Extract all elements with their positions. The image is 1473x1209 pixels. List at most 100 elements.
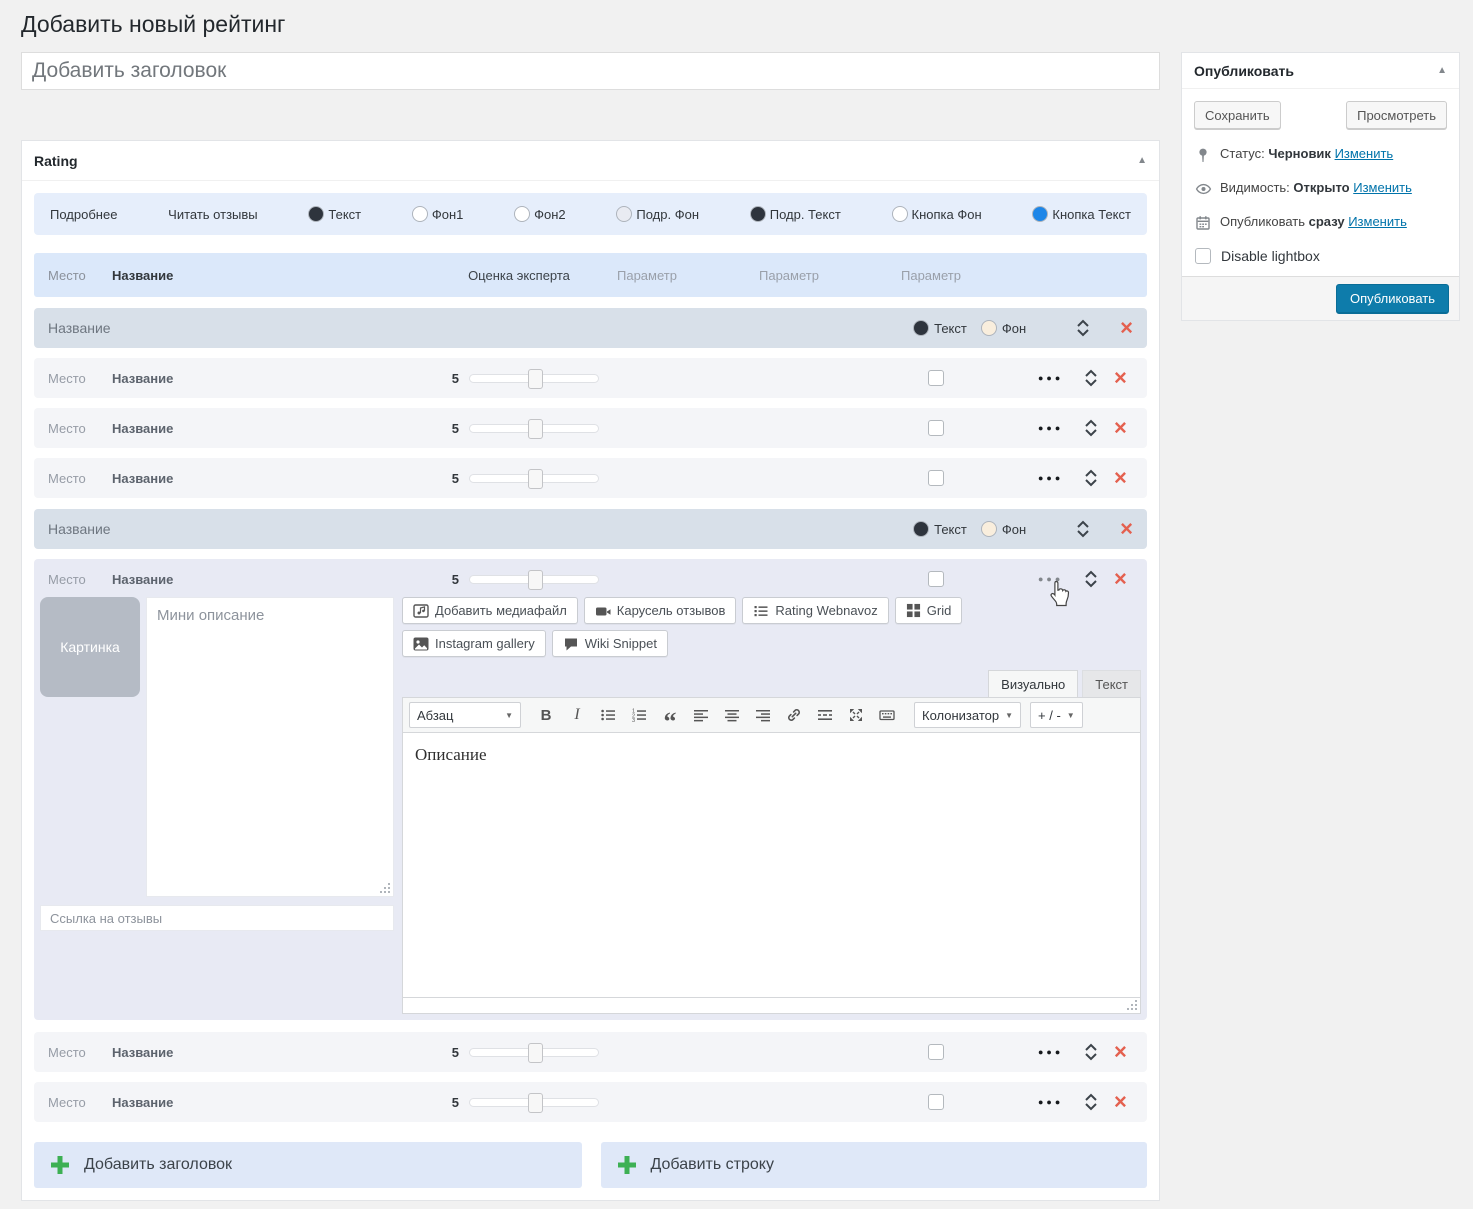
carousel-button[interactable]: Карусель отзывов [584, 597, 737, 624]
disable-lightbox-checkbox[interactable] [1195, 248, 1211, 264]
mini-description-textarea[interactable] [147, 598, 393, 896]
delete-icon[interactable]: × [1114, 568, 1127, 590]
place-input[interactable] [48, 572, 112, 587]
options-icon[interactable]: ●●● [1038, 574, 1072, 584]
paragraph-format-select[interactable]: Абзац ▼ [409, 702, 521, 728]
param-checkbox[interactable] [928, 470, 944, 486]
color-swatch[interactable] [913, 320, 929, 336]
move-down-icon[interactable] [1084, 479, 1098, 487]
color-swatch[interactable] [892, 206, 908, 222]
option-read-reviews[interactable]: Читать отзывы [168, 207, 257, 222]
param-checkbox[interactable] [928, 370, 944, 386]
move-up-icon[interactable] [1084, 1093, 1098, 1101]
align-center-icon[interactable] [718, 702, 746, 728]
move-down-icon[interactable] [1076, 530, 1090, 538]
add-header-button[interactable]: Добавить заголовок [34, 1142, 582, 1188]
fullscreen-icon[interactable] [842, 702, 870, 728]
plus-minus-select[interactable]: + / - ▼ [1030, 702, 1083, 728]
numbered-list-icon[interactable]: 123 [625, 702, 653, 728]
edit-visibility-link[interactable]: Изменить [1353, 180, 1412, 195]
option-bg1-color[interactable]: Фон1 [412, 206, 464, 222]
place-input[interactable] [48, 1045, 112, 1060]
score-slider[interactable] [469, 374, 599, 383]
section-name-input[interactable] [48, 521, 913, 537]
rating-webnavoz-button[interactable]: Rating Webnavoz [742, 597, 888, 624]
slider-handle[interactable] [528, 1093, 543, 1113]
delete-icon[interactable]: × [1120, 518, 1133, 540]
color-swatch[interactable] [412, 206, 428, 222]
option-details[interactable]: Подробнее [50, 207, 117, 222]
image-upload-button[interactable]: Картинка [40, 597, 140, 697]
tab-visual[interactable]: Визуально [988, 670, 1078, 697]
move-down-icon[interactable] [1084, 1103, 1098, 1111]
bold-button[interactable]: B [532, 702, 560, 728]
section-text-color[interactable]: Текст [913, 521, 967, 537]
delete-icon[interactable]: × [1120, 317, 1133, 339]
option-text-color[interactable]: Текст [308, 206, 361, 222]
move-up-icon[interactable] [1084, 570, 1098, 578]
delete-icon[interactable]: × [1114, 367, 1127, 389]
move-down-icon[interactable] [1084, 1053, 1098, 1061]
score-slider[interactable] [469, 1098, 599, 1107]
edit-status-link[interactable]: Изменить [1335, 146, 1394, 161]
slider-handle[interactable] [528, 469, 543, 489]
option-button-text-color[interactable]: Кнопка Текст [1032, 206, 1131, 222]
delete-icon[interactable]: × [1114, 1041, 1127, 1063]
color-swatch[interactable] [981, 521, 997, 537]
italic-button[interactable]: I [563, 702, 591, 728]
delete-icon[interactable]: × [1114, 1091, 1127, 1113]
score-slider[interactable] [469, 474, 599, 483]
name-input[interactable] [112, 572, 439, 587]
name-input[interactable] [112, 1095, 439, 1110]
collapse-icon[interactable]: ▲ [1137, 155, 1147, 166]
section-name-input[interactable] [48, 320, 913, 336]
save-draft-button[interactable]: Сохранить [1194, 101, 1281, 129]
link-icon[interactable] [780, 702, 808, 728]
slider-handle[interactable] [528, 419, 543, 439]
publish-button[interactable]: Опубликовать [1336, 284, 1449, 314]
place-input[interactable] [48, 421, 112, 436]
blockquote-icon[interactable]: “ [656, 702, 684, 728]
wiki-snippet-button[interactable]: Wiki Snippet [552, 630, 668, 657]
color-swatch[interactable] [750, 206, 766, 222]
resize-grip-icon[interactable] [1127, 1000, 1137, 1010]
move-down-icon[interactable] [1084, 429, 1098, 437]
name-input[interactable] [112, 471, 439, 486]
slider-handle[interactable] [528, 1043, 543, 1063]
score-slider[interactable] [469, 424, 599, 433]
colonizer-select[interactable]: Колонизатор ▼ [914, 702, 1021, 728]
color-swatch[interactable] [981, 320, 997, 336]
toolbar-toggle-icon[interactable] [873, 702, 901, 728]
slider-handle[interactable] [528, 570, 543, 590]
move-down-icon[interactable] [1076, 329, 1090, 337]
color-swatch[interactable] [514, 206, 530, 222]
reviews-link-input[interactable] [40, 905, 394, 931]
param-checkbox[interactable] [928, 571, 944, 587]
color-swatch[interactable] [913, 521, 929, 537]
move-up-icon[interactable] [1084, 1043, 1098, 1051]
add-media-button[interactable]: Добавить медиафайл [402, 597, 578, 624]
grid-button[interactable]: Grid [895, 597, 963, 624]
align-right-icon[interactable] [749, 702, 777, 728]
rating-metabox-header[interactable]: Rating ▲ [22, 141, 1159, 181]
color-swatch[interactable] [616, 206, 632, 222]
move-up-icon[interactable] [1084, 419, 1098, 427]
name-input[interactable] [112, 1045, 439, 1060]
section-text-color[interactable]: Текст [913, 320, 967, 336]
section-bg-color[interactable]: Фон [981, 521, 1026, 537]
publish-metabox-header[interactable]: Опубликовать ▲ [1182, 53, 1459, 89]
collapse-icon[interactable]: ▲ [1437, 65, 1447, 76]
options-icon[interactable]: ●●● [1038, 1047, 1072, 1057]
score-slider[interactable] [469, 575, 599, 584]
move-down-icon[interactable] [1084, 580, 1098, 588]
edit-schedule-link[interactable]: Изменить [1348, 214, 1407, 229]
instagram-gallery-button[interactable]: Instagram gallery [402, 630, 546, 657]
delete-icon[interactable]: × [1114, 467, 1127, 489]
preview-button[interactable]: Просмотреть [1346, 101, 1447, 129]
options-icon[interactable]: ●●● [1038, 473, 1072, 483]
color-swatch[interactable] [308, 206, 324, 222]
post-title-input[interactable] [21, 52, 1160, 90]
editor-content[interactable]: Описание [403, 733, 1140, 997]
place-input[interactable] [48, 471, 112, 486]
options-icon[interactable]: ●●● [1038, 423, 1072, 433]
